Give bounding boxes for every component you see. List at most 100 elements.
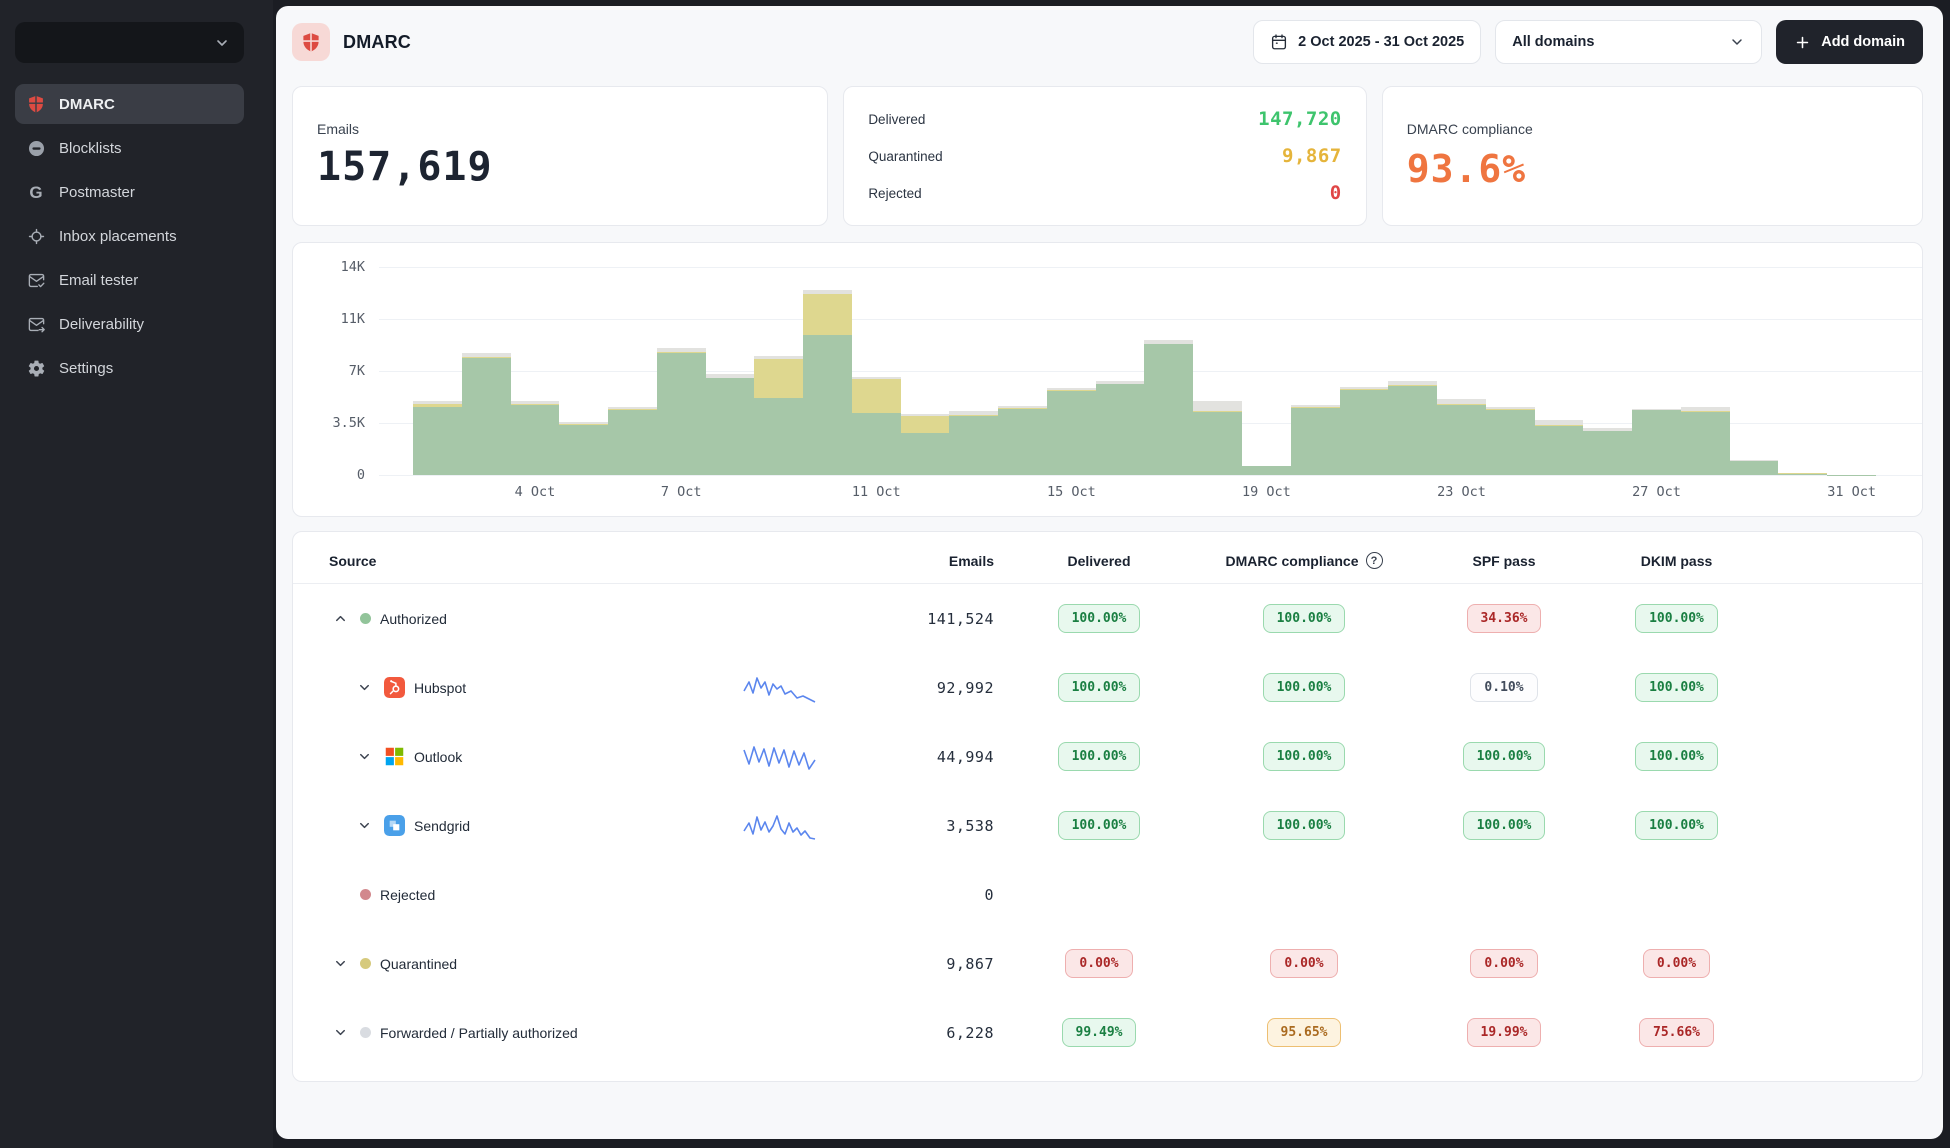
volume-sparkline [742,807,822,845]
date-range-button[interactable]: 2 Oct 2025 - 31 Oct 2025 [1253,20,1481,64]
help-icon[interactable]: ? [1366,552,1383,569]
sidebar-item-label: Inbox placements [59,228,177,245]
bar-24-oct[interactable] [1486,407,1535,475]
bar-6-oct[interactable] [608,407,657,475]
segment-delivered [1681,412,1730,475]
sidebar-item-postmaster[interactable]: GPostmaster [15,172,244,212]
bar-20-oct[interactable] [1291,405,1340,475]
chevron-up-icon[interactable] [329,608,351,630]
sidebar-item-blocklists[interactable]: Blocklists [15,128,244,168]
delivered-cell: 100.00% [1058,742,1141,771]
bar-9-oct[interactable] [754,356,803,475]
segment-delivered [1340,390,1389,475]
spf-pass-cell: 0.10% [1470,673,1537,702]
emails-value: 0 [984,886,994,904]
bar-11-oct[interactable] [852,377,901,475]
bar-25-oct[interactable] [1535,420,1584,475]
emails-label: Emails [317,121,803,137]
sidebar-item-settings[interactable]: Settings [15,348,244,388]
bar-8-oct[interactable] [706,374,755,475]
segment-quarantined [901,416,950,433]
sidebar-item-label: Settings [59,360,113,377]
x-tick-label: 7 Oct [661,484,702,500]
bar-29-oct[interactable] [1730,460,1779,475]
bar-15-oct[interactable] [1047,388,1096,475]
chevron-down-icon[interactable] [353,815,375,837]
bar-3-oct[interactable] [462,353,511,475]
segment-delivered [1096,384,1145,475]
bar-14-oct[interactable] [998,406,1047,475]
bar-4-oct[interactable] [511,401,560,475]
chevron-down-icon[interactable] [329,1022,351,1044]
bar-19-oct[interactable] [1242,466,1291,475]
emails-value: 157,619 [317,144,803,190]
bar-13-oct[interactable] [949,411,998,475]
sidebar-item-label: Postmaster [59,184,135,201]
delivered-badge: 100.00% [1058,673,1141,702]
dmarc-compliance-cell: 100.00% [1263,811,1346,840]
title-group: DMARC [292,23,411,61]
chart-bars [413,267,1876,475]
segment-delivered [1632,410,1681,475]
crosshair-icon [26,226,46,246]
bar-22-oct[interactable] [1388,381,1437,475]
bar-2-oct[interactable] [413,401,462,475]
bar-26-oct[interactable] [1583,428,1632,475]
chevron-down-icon [1729,34,1745,50]
segment-delivered [949,416,998,475]
table-row-quarantined: Quarantined9,8670.00%0.00%0.00%0.00% [293,929,1922,998]
status-dot [360,958,371,969]
sidebar-item-deliverability[interactable]: Deliverability [15,304,244,344]
bar-27-oct[interactable] [1632,409,1681,475]
breakdown-value: 9,867 [1282,145,1342,167]
delivered-cell: 99.49% [1062,1018,1137,1047]
y-tick-label: 14K [341,259,365,275]
table-row-sendgrid: Sendgrid3,538100.00%100.00%100.00%100.00… [293,791,1922,860]
workspace-select[interactable] [15,22,244,63]
bar-23-oct[interactable] [1437,399,1486,475]
domain-filter-select[interactable]: All domains [1495,20,1762,64]
bar-18-oct[interactable] [1193,401,1242,475]
bar-16-oct[interactable] [1096,381,1145,475]
source-label: Sendgrid [414,818,470,834]
bar-10-oct[interactable] [803,290,852,475]
chevron-down-icon[interactable] [353,677,375,699]
sidebar-item-email-tester[interactable]: Email tester [15,260,244,300]
x-tick-label: 15 Oct [1047,484,1096,500]
bar-7-oct[interactable] [657,348,706,475]
spf-pass-badge: 0.10% [1470,673,1537,702]
compliance-card: DMARC compliance 93.6% [1382,86,1923,226]
col-header-dmarc-compliance: DMARC compliance? [1204,552,1404,569]
bar-12-oct[interactable] [901,414,950,475]
bar-28-oct[interactable] [1681,407,1730,475]
bar-5-oct[interactable] [559,422,608,475]
sidebar-item-dmarc[interactable]: DMARC [15,84,244,124]
segment-delivered [511,405,560,475]
dmarc-compliance-cell: 100.00% [1263,673,1346,702]
sparkline-cell [719,669,844,707]
date-range-label: 2 Oct 2025 - 31 Oct 2025 [1298,34,1464,50]
chevron-down-icon [212,33,232,53]
dkim-pass-cell: 75.66% [1639,1018,1714,1047]
x-tick-label: 19 Oct [1242,484,1291,500]
dmarc-compliance-badge: 95.65% [1267,1018,1342,1047]
x-tick-label: 11 Oct [852,484,901,500]
chevron-down-icon[interactable] [329,953,351,975]
bar-21-oct[interactable] [1340,387,1389,475]
add-domain-button[interactable]: Add domain [1776,20,1923,64]
x-tick-label: 4 Oct [515,484,556,500]
segment-delivered [1242,466,1291,475]
segment-delivered [803,335,852,475]
sidebar-item-inbox-placements[interactable]: Inbox placements [15,216,244,256]
dmarc-compliance-badge: 100.00% [1263,742,1346,771]
dkim-pass-badge: 100.00% [1635,742,1718,771]
topbar: DMARC 2 Oct 2025 - 31 Oct 2025 All domai… [276,6,1943,76]
status-dot [360,1027,371,1038]
sparkline-cell [719,738,844,776]
bar-17-oct[interactable] [1144,340,1193,475]
chevron-down-icon[interactable] [353,746,375,768]
breakdown-value: 147,720 [1258,108,1342,130]
dkim-pass-cell: 100.00% [1635,604,1718,633]
delivered-badge: 99.49% [1062,1018,1137,1047]
source-label: Hubspot [414,680,466,696]
